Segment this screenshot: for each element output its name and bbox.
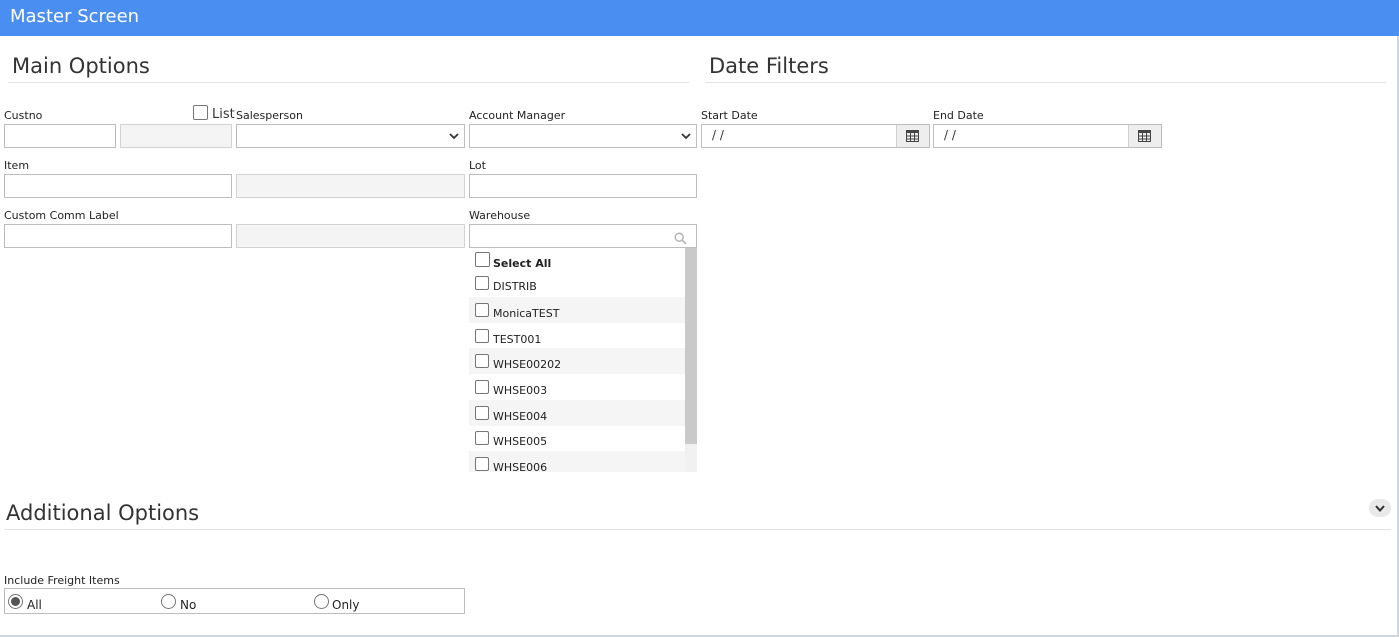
warehouse-item-label: WHSE005 (493, 435, 548, 448)
warehouse-select-all[interactable]: Select All (469, 248, 685, 272)
list-checkbox-label: List (212, 107, 235, 122)
salesperson-select[interactable] (236, 124, 465, 148)
item-label: Item (4, 159, 30, 172)
collapse-toggle-button[interactable] (1369, 499, 1391, 517)
lot-label: Lot (469, 159, 486, 172)
freight-no-label: No (180, 598, 197, 612)
warehouse-checkbox[interactable] (475, 354, 489, 368)
item-description-field (236, 174, 465, 198)
select-all-checkbox[interactable] (475, 252, 490, 267)
warehouse-search-input[interactable] (469, 224, 697, 248)
warehouse-list-item[interactable]: MonicaTEST (469, 297, 685, 323)
custom-comm-input[interactable] (4, 224, 232, 248)
chevron-down-icon (681, 133, 691, 140)
freight-only-label: Only (332, 598, 360, 612)
warehouse-checkbox[interactable] (475, 431, 489, 445)
freight-only-radio[interactable] (314, 594, 329, 609)
warehouse-checkbox[interactable] (475, 406, 489, 420)
custom-comm-label: Custom Comm Label (4, 209, 119, 222)
warehouse-list-item[interactable]: WHSE006 (469, 451, 685, 472)
additional-options-divider (4, 529, 1391, 530)
lot-input[interactable] (469, 174, 697, 198)
custno-description-field (120, 124, 232, 148)
end-date-label: End Date (933, 109, 984, 122)
salesperson-label: Salesperson (236, 109, 303, 122)
warehouse-checkbox[interactable] (475, 303, 489, 317)
warehouse-item-label: WHSE00202 (493, 358, 562, 371)
item-input[interactable] (4, 174, 232, 198)
warehouse-list: Select All DISTRIB MonicaTEST TEST001 WH… (469, 248, 697, 472)
chevron-down-icon (449, 133, 459, 140)
search-icon (674, 232, 687, 245)
freight-no-radio[interactable] (161, 594, 176, 609)
start-date-input[interactable]: / / (701, 124, 930, 148)
list-checkbox[interactable] (193, 105, 208, 120)
main-options-divider (8, 82, 689, 83)
warehouse-item-label: WHSE006 (493, 461, 548, 472)
warehouse-label: Warehouse (469, 209, 531, 222)
title-bar: Master Screen (0, 0, 1399, 36)
additional-options-heading: Additional Options (6, 501, 200, 525)
warehouse-item-label: TEST001 (493, 333, 542, 346)
warehouse-item-label: WHSE004 (493, 410, 548, 423)
date-filters-heading: Date Filters (709, 54, 829, 78)
warehouse-item-label: MonicaTEST (493, 307, 560, 320)
chevron-down-icon (1375, 505, 1385, 513)
account-manager-select[interactable] (469, 124, 697, 148)
include-freight-label: Include Freight Items (4, 574, 120, 587)
warehouse-list-item[interactable]: WHSE00202 (469, 348, 685, 374)
warehouse-checkbox[interactable] (475, 457, 489, 471)
end-date-calendar-button[interactable] (1128, 125, 1161, 147)
select-all-label: Select All (493, 257, 552, 270)
freight-all-label: All (27, 598, 42, 612)
warehouse-scrollbar-thumb[interactable] (685, 248, 697, 444)
window-title: Master Screen (10, 6, 140, 27)
warehouse-checkbox[interactable] (475, 276, 489, 290)
custno-label: Custno (4, 109, 43, 122)
warehouse-list-item[interactable]: WHSE004 (469, 400, 685, 426)
warehouse-item-label: WHSE003 (493, 384, 548, 397)
calendar-icon (1138, 130, 1151, 142)
start-date-value: / / (712, 128, 724, 142)
warehouse-list-item[interactable]: DISTRIB (469, 272, 685, 297)
custno-input[interactable] (4, 124, 116, 148)
warehouse-checkbox[interactable] (475, 329, 489, 343)
warehouse-list-item[interactable]: TEST001 (469, 323, 685, 348)
warehouse-list-item[interactable]: WHSE005 (469, 426, 685, 451)
warehouse-checkbox[interactable] (475, 380, 489, 394)
date-filters-divider (705, 82, 1386, 83)
include-freight-radio-group: All No Only (4, 588, 465, 614)
warehouse-item-label: DISTRIB (493, 280, 537, 293)
calendar-icon (906, 130, 919, 142)
freight-all-radio[interactable] (8, 594, 23, 609)
custom-comm-description-field (236, 224, 465, 248)
warehouse-list-item[interactable]: WHSE003 (469, 374, 685, 400)
account-manager-label: Account Manager (469, 109, 566, 122)
start-date-calendar-button[interactable] (896, 125, 929, 147)
end-date-value: / / (944, 128, 956, 142)
end-date-input[interactable]: / / (933, 124, 1162, 148)
main-options-heading: Main Options (12, 54, 150, 78)
start-date-label: Start Date (701, 109, 758, 122)
